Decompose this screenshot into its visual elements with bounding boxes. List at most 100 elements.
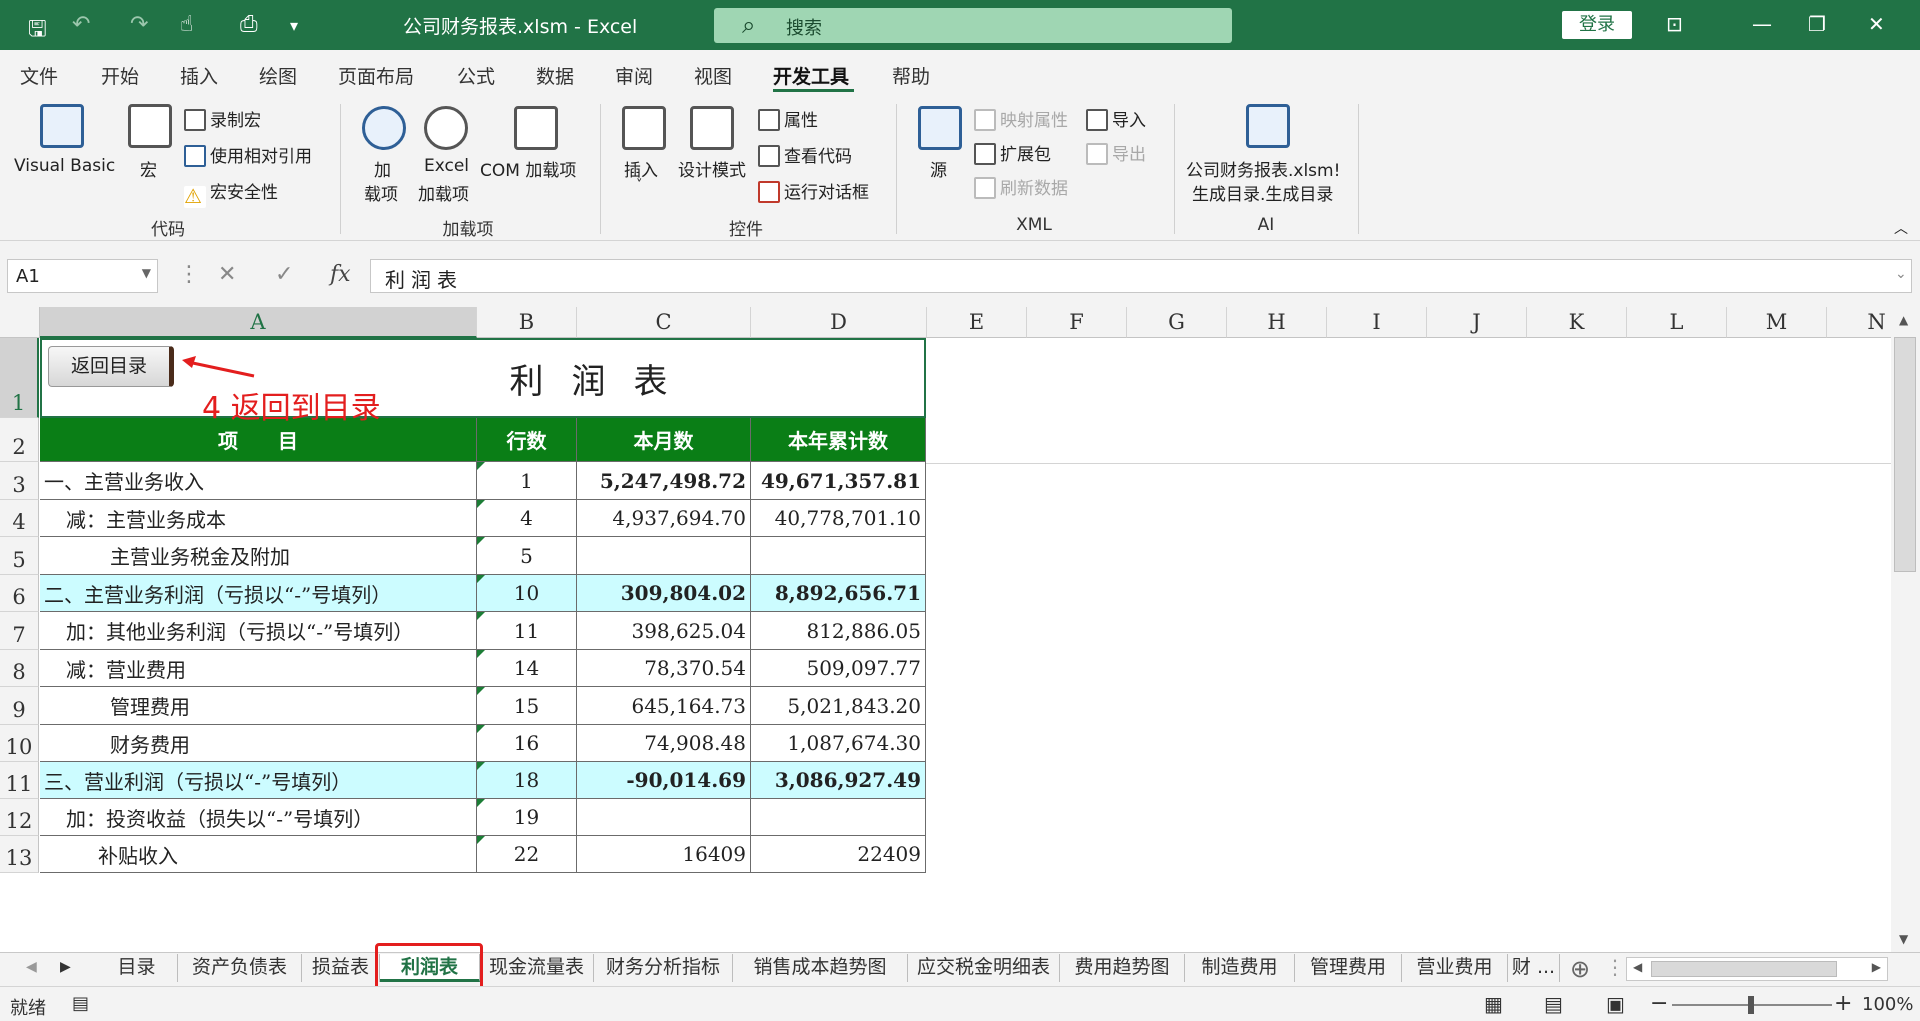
table-cell-item[interactable]: 一、主营业务收入 — [40, 462, 477, 500]
table-cell-ytd[interactable]: 22409 — [751, 836, 926, 873]
scroll-right-icon[interactable]: ▶ — [1872, 960, 1881, 974]
normal-view-icon[interactable]: ▦ — [1484, 992, 1503, 1016]
row-header-9[interactable]: 9 — [0, 687, 39, 725]
print-preview-icon[interactable]: ⎙ — [240, 12, 258, 37]
sheet-tab[interactable]: 费用趋势图 — [1060, 954, 1185, 982]
save-icon[interactable]: 🖫 — [28, 12, 47, 50]
close-icon[interactable]: ✕ — [1868, 12, 1885, 36]
tab-scroll-left-icon[interactable]: ◀ — [26, 959, 37, 975]
table-cell-item[interactable]: 减：营业费用 — [40, 650, 477, 687]
table-cell-line[interactable]: 19 — [477, 799, 577, 836]
table-cell-item[interactable]: 加：投资收益（损失以“-”号填列） — [40, 799, 477, 836]
menu-file[interactable]: 文件 — [20, 62, 58, 89]
table-cell-line[interactable]: 16 — [477, 725, 577, 762]
design-mode-button[interactable]: 设计模式 — [678, 156, 746, 181]
expand-formula-icon[interactable]: ⌄ — [1895, 266, 1907, 282]
sheet-tab[interactable]: 损益表 — [302, 954, 380, 982]
scroll-left-icon[interactable]: ◀ — [1633, 960, 1642, 974]
cancel-icon[interactable]: ✕ — [218, 262, 236, 287]
minimize-icon[interactable]: — — [1752, 12, 1772, 36]
touch-mode-icon[interactable]: ☝ — [180, 12, 193, 37]
collapse-ribbon-icon[interactable]: ︿ — [1894, 218, 1908, 238]
row-header-1[interactable]: 1 — [0, 338, 39, 418]
table-cell-month[interactable]: 16409 — [577, 836, 751, 873]
table-header-cell[interactable]: 本年累计数 — [751, 418, 926, 462]
table-cell-ytd[interactable]: 49,671,357.81 — [751, 462, 926, 500]
table-cell-month[interactable]: 4,937,694.70 — [577, 500, 751, 537]
zoom-slider-thumb[interactable] — [1748, 996, 1754, 1014]
row-header-11[interactable]: 11 — [0, 762, 39, 799]
sheet-tab[interactable]: 应交税金明细表 — [908, 954, 1060, 982]
search-box[interactable]: ⌕ 搜索 — [714, 8, 1232, 43]
table-cell-month[interactable]: 5,247,498.72 — [577, 462, 751, 500]
table-cell-item[interactable]: 三、营业利润（亏损以“-”号填列） — [40, 762, 477, 799]
table-cell-item[interactable]: 补贴收入 — [40, 836, 477, 873]
vertical-scroll-thumb[interactable] — [1894, 337, 1916, 572]
column-header-J[interactable]: J — [1427, 307, 1527, 338]
select-all-button[interactable] — [0, 307, 40, 338]
column-header-C[interactable]: C — [577, 307, 751, 338]
menu-page-layout[interactable]: 页面布局 — [338, 62, 414, 89]
run-dialog-button[interactable]: 运行对话框 — [758, 178, 869, 203]
table-cell-line[interactable]: 10 — [477, 575, 577, 612]
menu-view[interactable]: 视图 — [694, 62, 732, 89]
zoom-out-icon[interactable]: − — [1650, 991, 1668, 1016]
table-header-cell[interactable]: 本月数 — [577, 418, 751, 462]
menu-developer[interactable]: 开发工具 — [773, 62, 849, 89]
sheet-tab[interactable]: 营业费用 — [1402, 954, 1508, 982]
table-cell-month[interactable]: 645,164.73 — [577, 687, 751, 725]
menu-help[interactable]: 帮助 — [892, 62, 930, 89]
row-header-8[interactable]: 8 — [0, 650, 39, 687]
relative-reference-button[interactable]: 使用相对引用 — [184, 142, 312, 167]
table-cell-item[interactable]: 加：其他业务利润（亏损以“-”号填列） — [40, 612, 477, 650]
row-header-3[interactable]: 3 — [0, 462, 39, 500]
scroll-down-icon[interactable]: ▼ — [1899, 932, 1908, 946]
menu-formulas[interactable]: 公式 — [457, 62, 495, 89]
sheet-tab[interactable]: 资产负债表 — [178, 954, 302, 982]
redo-icon[interactable]: ↷ — [130, 12, 148, 37]
column-header-D[interactable]: D — [751, 307, 927, 338]
horizontal-scroll-thumb[interactable] — [1651, 961, 1837, 977]
table-cell-line[interactable]: 4 — [477, 500, 577, 537]
macros-button[interactable]: 宏 — [140, 156, 157, 181]
table-cell-item[interactable]: 二、主营业务利润（亏损以“-”号填列） — [40, 575, 477, 612]
menu-data[interactable]: 数据 — [536, 62, 574, 89]
table-cell-line[interactable]: 14 — [477, 650, 577, 687]
table-cell-ytd[interactable]: 40,778,701.10 — [751, 500, 926, 537]
table-cell-month[interactable]: 78,370.54 — [577, 650, 751, 687]
login-button[interactable]: 登录 — [1562, 11, 1632, 39]
sheet-tab[interactable]: 财务分析指标 — [594, 954, 733, 982]
sheet-tab[interactable]: 财 ... — [1508, 954, 1560, 982]
import-button[interactable]: 导入 — [1086, 106, 1146, 131]
table-cell-ytd[interactable] — [751, 799, 926, 836]
name-box[interactable]: A1 ▼ — [7, 259, 158, 293]
restore-icon[interactable]: ❐ — [1808, 12, 1826, 36]
menu-insert[interactable]: 插入 — [180, 62, 218, 89]
table-cell-item[interactable]: 主营业务税金及附加 — [40, 537, 477, 575]
sheet-tab[interactable]: 制造费用 — [1185, 954, 1295, 982]
table-cell-month[interactable]: 74,908.48 — [577, 725, 751, 762]
properties-button[interactable]: 属性 — [758, 106, 818, 131]
table-cell-ytd[interactable]: 812,886.05 — [751, 612, 926, 650]
row-header-2[interactable]: 2 — [0, 418, 39, 462]
table-cell-line[interactable]: 22 — [477, 836, 577, 873]
column-header-G[interactable]: G — [1127, 307, 1227, 338]
xml-source-button[interactable]: 源 — [930, 156, 947, 181]
accessibility-icon[interactable]: ▤ — [72, 993, 89, 1014]
row-header-7[interactable]: 7 — [0, 612, 39, 650]
table-cell-ytd[interactable]: 509,097.77 — [751, 650, 926, 687]
sheet-tab[interactable]: 目录 — [96, 954, 178, 982]
tab-scroll-right-icon[interactable]: ▶ — [60, 959, 71, 975]
sheet-tab[interactable]: 管理费用 — [1295, 954, 1402, 982]
excel-addins-button[interactable]: Excel — [424, 156, 469, 176]
view-code-button[interactable]: 查看代码 — [758, 142, 852, 167]
horizontal-scrollbar[interactable]: ◀ ▶ — [1626, 957, 1888, 981]
column-header-F[interactable]: F — [1027, 307, 1127, 338]
zoom-level[interactable]: 100% — [1862, 994, 1913, 1015]
enter-icon[interactable]: ✓ — [275, 262, 293, 287]
column-header-K[interactable]: K — [1527, 307, 1627, 338]
table-cell-item[interactable]: 减：主营业务成本 — [40, 500, 477, 537]
customize-toolbar-icon[interactable]: ▾ — [290, 16, 298, 35]
column-header-L[interactable]: L — [1627, 307, 1727, 338]
column-header-I[interactable]: I — [1327, 307, 1427, 338]
